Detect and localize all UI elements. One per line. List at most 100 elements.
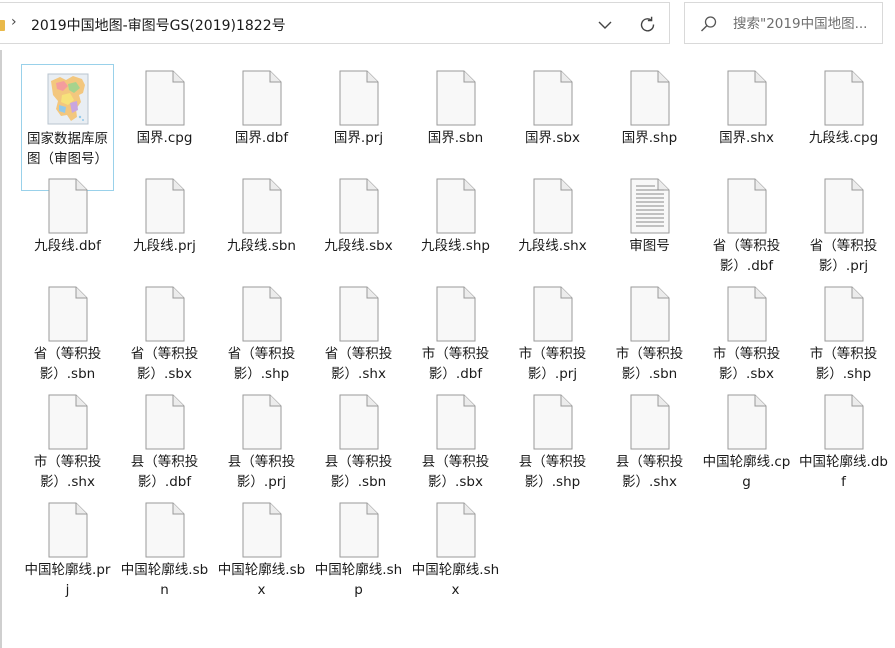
file-name-label: 九段线.shx [518,238,587,254]
file-name-label: 中国轮廓线.cpg [702,454,791,490]
address-history-dropdown-button[interactable] [593,14,617,36]
file-name-label: 国界.sbx [525,130,580,146]
file-item[interactable]: 中国轮廓线.dbf [797,388,890,496]
file-item[interactable]: 国界.shx [700,64,793,172]
file-item[interactable]: 九段线.cpg [797,64,890,172]
file-icon [118,286,211,342]
file-name-label: 中国轮廓线.shx [411,562,500,598]
file-item[interactable]: 中国轮廓线.shx [409,496,502,604]
breadcrumb-folder[interactable]: 2019中国地图-审图号GS(2019)1822号 [31,15,286,35]
refresh-button[interactable] [635,12,661,38]
file-item[interactable]: 九段线.shp [409,172,502,280]
file-icon [409,286,502,342]
search-icon [699,14,719,34]
file-icon [118,502,211,558]
file-item[interactable]: 市（等积投影）.sbn [603,280,696,388]
file-name-label: 市（等积投影）.sbx [712,346,781,382]
file-name-label: 国界.dbf [234,130,289,146]
file-item[interactable]: 中国轮廓线.sbx [215,496,308,604]
search-input[interactable] [733,13,879,35]
file-icon [603,394,696,450]
explorer-toolbar: › 2019中国地图-审图号GS(2019)1822号 [0,0,895,50]
file-item[interactable]: 审图号 [603,172,696,280]
file-item[interactable]: 国界.prj [312,64,405,172]
file-name-label: 县（等积投影）.dbf [130,454,199,490]
file-item[interactable]: 九段线.sbn [215,172,308,280]
file-icon [506,70,599,126]
file-icon [312,394,405,450]
file-name-label: 九段线.sbn [227,238,296,254]
file-icon [506,394,599,450]
file-name-label: 县（等积投影）.sbx [421,454,490,490]
file-item[interactable]: 九段线.dbf [21,172,114,280]
file-name-label: 九段线.cpg [808,130,879,146]
file-item[interactable]: 国界.sbn [409,64,502,172]
file-item[interactable]: 中国轮廓线.sbn [118,496,211,604]
file-icon [603,286,696,342]
file-icon [409,394,502,450]
file-name-label: 省（等积投影）.sbn [33,346,102,382]
refresh-icon [640,16,655,32]
file-item[interactable]: 省（等积投影）.prj [797,172,890,280]
file-item[interactable]: 县（等积投影）.sbn [312,388,405,496]
file-name-label: 中国轮廓线.prj [24,562,111,598]
file-icon [409,178,502,234]
file-icon [215,286,308,342]
file-name-label: 国家数据库原图（审图号） [27,131,108,167]
file-item[interactable]: 省（等积投影）.dbf [700,172,793,280]
file-name-label: 中国轮廓线.sbn [120,562,209,598]
file-name-label: 市（等积投影）.prj [518,346,587,382]
file-name-label: 省（等积投影）.sbx [130,346,199,382]
file-icon [700,394,793,450]
file-item[interactable]: 县（等积投影）.dbf [118,388,211,496]
file-icon [797,394,890,450]
file-name-label: 国界.sbn [427,130,484,146]
file-item[interactable]: 市（等积投影）.dbf [409,280,502,388]
address-bar[interactable]: › 2019中国地图-审图号GS(2019)1822号 [0,2,670,44]
file-item[interactable]: 县（等积投影）.shx [603,388,696,496]
file-icon [603,70,696,126]
file-item[interactable]: 国界.sbx [506,64,599,172]
file-icon [118,394,211,450]
file-item[interactable]: 省（等积投影）.sbx [118,280,211,388]
file-icon [506,178,599,234]
file-icon [797,178,890,234]
file-item[interactable]: 中国轮廓线.cpg [700,388,793,496]
file-icon [506,286,599,342]
file-icon [409,70,502,126]
file-item[interactable]: 市（等积投影）.shp [797,280,890,388]
file-item[interactable]: 市（等积投影）.shx [21,388,114,496]
file-name-label: 国界.shp [621,130,678,146]
file-name-label: 市（等积投影）.sbn [615,346,684,382]
file-name-label: 审图号 [629,238,670,254]
file-item[interactable]: 省（等积投影）.shx [312,280,405,388]
file-item[interactable]: 省（等积投影）.shp [215,280,308,388]
file-item[interactable]: 县（等积投影）.prj [215,388,308,496]
file-item[interactable]: 九段线.shx [506,172,599,280]
file-icon [797,70,890,126]
file-name-label: 中国轮廓线.dbf [799,454,888,490]
file-name-label: 市（等积投影）.shx [33,454,102,490]
file-item[interactable]: 市（等积投影）.prj [506,280,599,388]
file-item[interactable]: 九段线.sbx [312,172,405,280]
file-item[interactable]: 九段线.prj [118,172,211,280]
breadcrumb-chevron-icon[interactable]: › [11,14,17,30]
file-icon [215,394,308,450]
file-item[interactable]: 省（等积投影）.sbn [21,280,114,388]
search-box[interactable] [684,2,883,44]
file-name-label: 国界.prj [333,130,384,146]
file-item[interactable]: 国界.cpg [118,64,211,172]
file-item[interactable]: 国界.dbf [215,64,308,172]
file-item[interactable]: 中国轮廓线.prj [21,496,114,604]
file-icon [215,502,308,558]
navigation-pane-edge [0,50,2,648]
file-item[interactable]: 国界.shp [603,64,696,172]
file-name-label: 市（等积投影）.shp [809,346,878,382]
file-item[interactable]: 县（等积投影）.sbx [409,388,502,496]
file-item[interactable]: 中国轮廓线.shp [312,496,405,604]
file-item[interactable]: 市（等积投影）.sbx [700,280,793,388]
text-file-icon [603,178,696,234]
file-name-label: 九段线.sbx [324,238,393,254]
file-name-label: 县（等积投影）.shx [615,454,684,490]
file-item[interactable]: 县（等积投影）.shp [506,388,599,496]
